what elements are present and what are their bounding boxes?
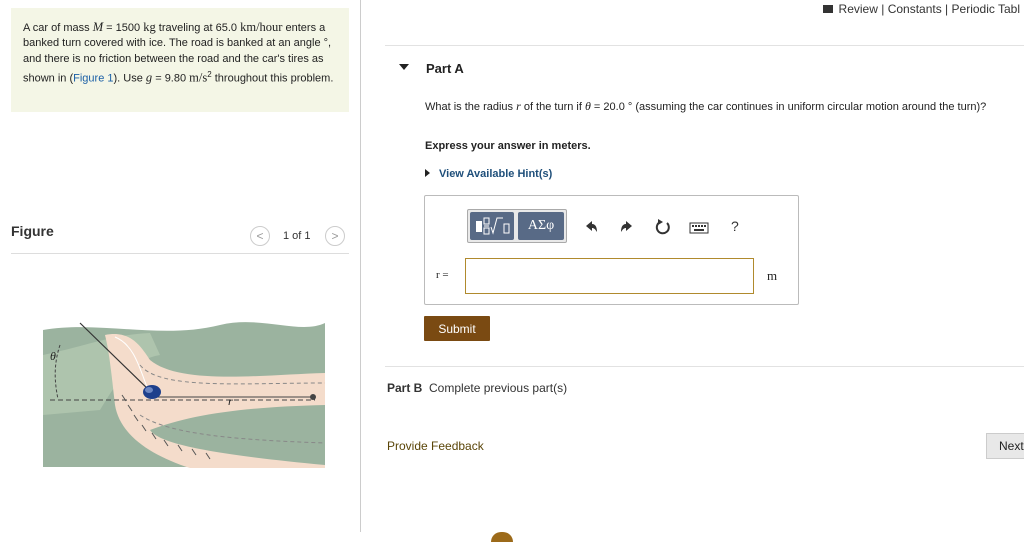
unit-speed: km/hour <box>240 20 283 34</box>
problem-text: = 1500 <box>103 22 144 34</box>
answer-instructions: Express your answer in meters. <box>425 140 591 152</box>
submit-button[interactable]: Submit <box>424 316 490 341</box>
review-link[interactable]: Review <box>839 2 878 16</box>
divider <box>385 45 1024 46</box>
problem-text: throughout this problem. <box>211 72 334 85</box>
problem-text: A car of mass <box>23 22 93 34</box>
panel-divider[interactable] <box>360 0 361 532</box>
question-text: of the turn if <box>520 101 585 113</box>
figure-pager: 1 of 1 <box>283 230 311 242</box>
figure-link[interactable]: Figure 1 <box>73 73 113 85</box>
unit-kg: kg <box>143 20 156 34</box>
view-hints-link[interactable]: View Available Hint(s) <box>425 168 552 180</box>
part-b-status: Complete previous part(s) <box>429 381 568 395</box>
center-point <box>310 394 316 400</box>
part-a-title[interactable]: Part A <box>426 61 464 76</box>
banked-turn-figure[interactable]: θ r <box>40 315 330 470</box>
math-toolbar: ΑΣφ <box>467 209 567 243</box>
templates-button[interactable] <box>470 212 514 240</box>
chat-bubble-icon[interactable] <box>491 532 513 542</box>
divider <box>385 366 1024 367</box>
undo-icon[interactable] <box>582 218 600 236</box>
car <box>143 385 161 399</box>
constants-link[interactable]: Constants <box>888 2 942 16</box>
triangle-right-icon <box>425 169 430 177</box>
provide-feedback-link[interactable]: Provide Feedback <box>387 439 484 453</box>
chevron-right-icon: > <box>331 229 339 243</box>
collapse-caret-icon[interactable] <box>399 64 409 70</box>
separator: | <box>941 2 952 16</box>
figure-next-button[interactable]: > <box>325 226 345 246</box>
problem-text: ). Use <box>113 72 146 85</box>
divider <box>11 253 349 254</box>
question-text: = 20.0 ° (assuming the car continues in … <box>590 101 987 113</box>
part-a-question: What is the radius r of the turn if θ = … <box>425 99 1024 115</box>
hints-label: View Available Hint(s) <box>439 168 553 180</box>
part-b-header: Part B Complete previous part(s) <box>387 381 567 395</box>
figure-heading: Figure <box>11 223 54 239</box>
next-button[interactable]: Next <box>986 433 1024 459</box>
answer-unit: m <box>767 268 778 283</box>
problem-statement: A car of mass M = 1500 kg traveling at 6… <box>11 8 349 112</box>
question-text: What is the radius <box>425 101 517 113</box>
templates-icon <box>476 217 510 235</box>
keyboard-icon[interactable] <box>689 221 709 235</box>
reset-icon[interactable] <box>654 218 672 236</box>
var-mass: M <box>92 20 104 34</box>
greek-symbols-button[interactable]: ΑΣφ <box>518 212 564 240</box>
radius-label: r <box>228 394 233 408</box>
top-links: Review | Constants | Periodic Tabl <box>822 2 1020 16</box>
answer-label-text: r = <box>436 269 449 281</box>
problem-text: = 9.80 <box>152 72 190 85</box>
problem-text: traveling at 65.0 <box>155 22 241 34</box>
help-icon[interactable]: ? <box>731 218 739 234</box>
redo-icon[interactable] <box>618 218 636 236</box>
part-b-title: Part B <box>387 381 423 395</box>
car-window <box>145 387 153 393</box>
review-icon <box>822 5 833 13</box>
answer-input[interactable] <box>465 258 754 294</box>
separator: | <box>877 2 888 16</box>
theta-label: θ <box>50 349 56 363</box>
chevron-left-icon: < <box>256 229 264 243</box>
answer-label: r = <box>436 269 449 281</box>
figure-prev-button[interactable]: < <box>250 226 270 246</box>
periodic-table-link[interactable]: Periodic Tabl <box>952 2 1020 16</box>
unit-g: m/s <box>189 70 208 85</box>
